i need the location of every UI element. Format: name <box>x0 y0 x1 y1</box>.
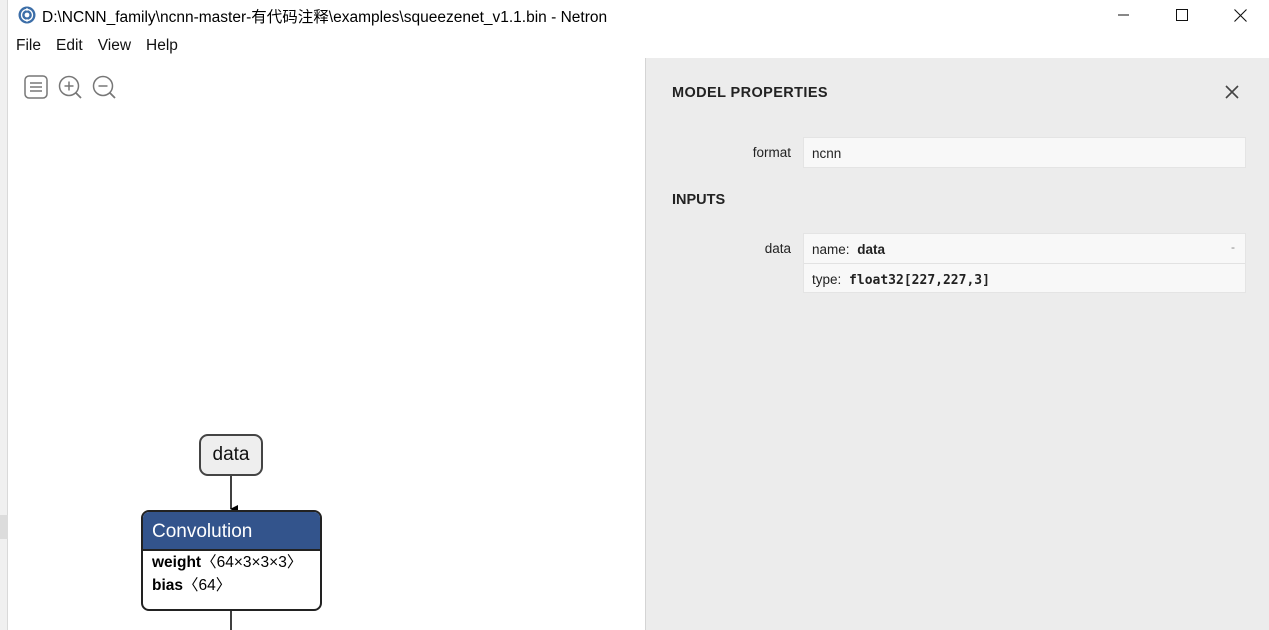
maximize-button[interactable] <box>1153 0 1211 30</box>
convolution-node[interactable]: Convolution weight〈64×3×3×3〉 bias〈64〉 <box>141 510 322 611</box>
expand-toggle[interactable]: - <box>1231 240 1235 254</box>
input-name-value: data <box>857 242 886 257</box>
inputs-section-title: INPUTS <box>672 192 726 208</box>
minimize-button[interactable] <box>1095 0 1153 30</box>
format-label: format <box>752 145 791 160</box>
input-name-row: name: data - <box>812 240 1235 257</box>
menu-bar: File Edit View Help <box>8 32 185 60</box>
minimize-icon <box>1118 14 1129 16</box>
conv-attr-bias: bias〈64〉 <box>152 577 232 594</box>
title-bar: D:\NCNN_family\ncnn-master-有代码注释\example… <box>8 0 1269 30</box>
graph-edges <box>230 476 238 630</box>
background-window-edge <box>0 0 8 630</box>
format-value: ncnn <box>812 146 842 161</box>
graph-canvas[interactable]: data Convolution weight〈64×3×3×3〉 bias〈6… <box>8 60 645 630</box>
model-properties-panel: MODEL PROPERTIES format ncnn INPUTS data… <box>645 58 1269 630</box>
input-data-label: data <box>764 241 791 256</box>
menu-file[interactable]: File <box>8 32 48 60</box>
menu-help[interactable]: Help <box>138 32 185 60</box>
close-panel-icon[interactable] <box>1222 82 1242 102</box>
close-window-button[interactable] <box>1211 0 1269 30</box>
conv-attr-weight: weight〈64×3×3×3〉 <box>152 554 303 571</box>
close-icon <box>1233 8 1247 22</box>
netron-app-icon <box>18 6 36 24</box>
menu-edit[interactable]: Edit <box>48 32 90 60</box>
maximize-icon <box>1176 9 1188 21</box>
input-node-data[interactable]: data <box>199 434 263 476</box>
format-value-box: ncnn <box>803 137 1246 168</box>
input-type-value: float32[227,227,3] <box>849 273 990 288</box>
input-data-box[interactable]: name: data - type: float32[227,227,3] <box>803 233 1246 293</box>
background-window-notch <box>0 515 8 539</box>
convolution-node-title: Convolution <box>143 512 320 551</box>
input-type-row: type: float32[227,227,3] <box>804 263 1245 292</box>
menu-view[interactable]: View <box>90 32 138 60</box>
panel-title: MODEL PROPERTIES <box>672 85 828 101</box>
window-title: D:\NCNN_family\ncnn-master-有代码注释\example… <box>42 9 608 26</box>
